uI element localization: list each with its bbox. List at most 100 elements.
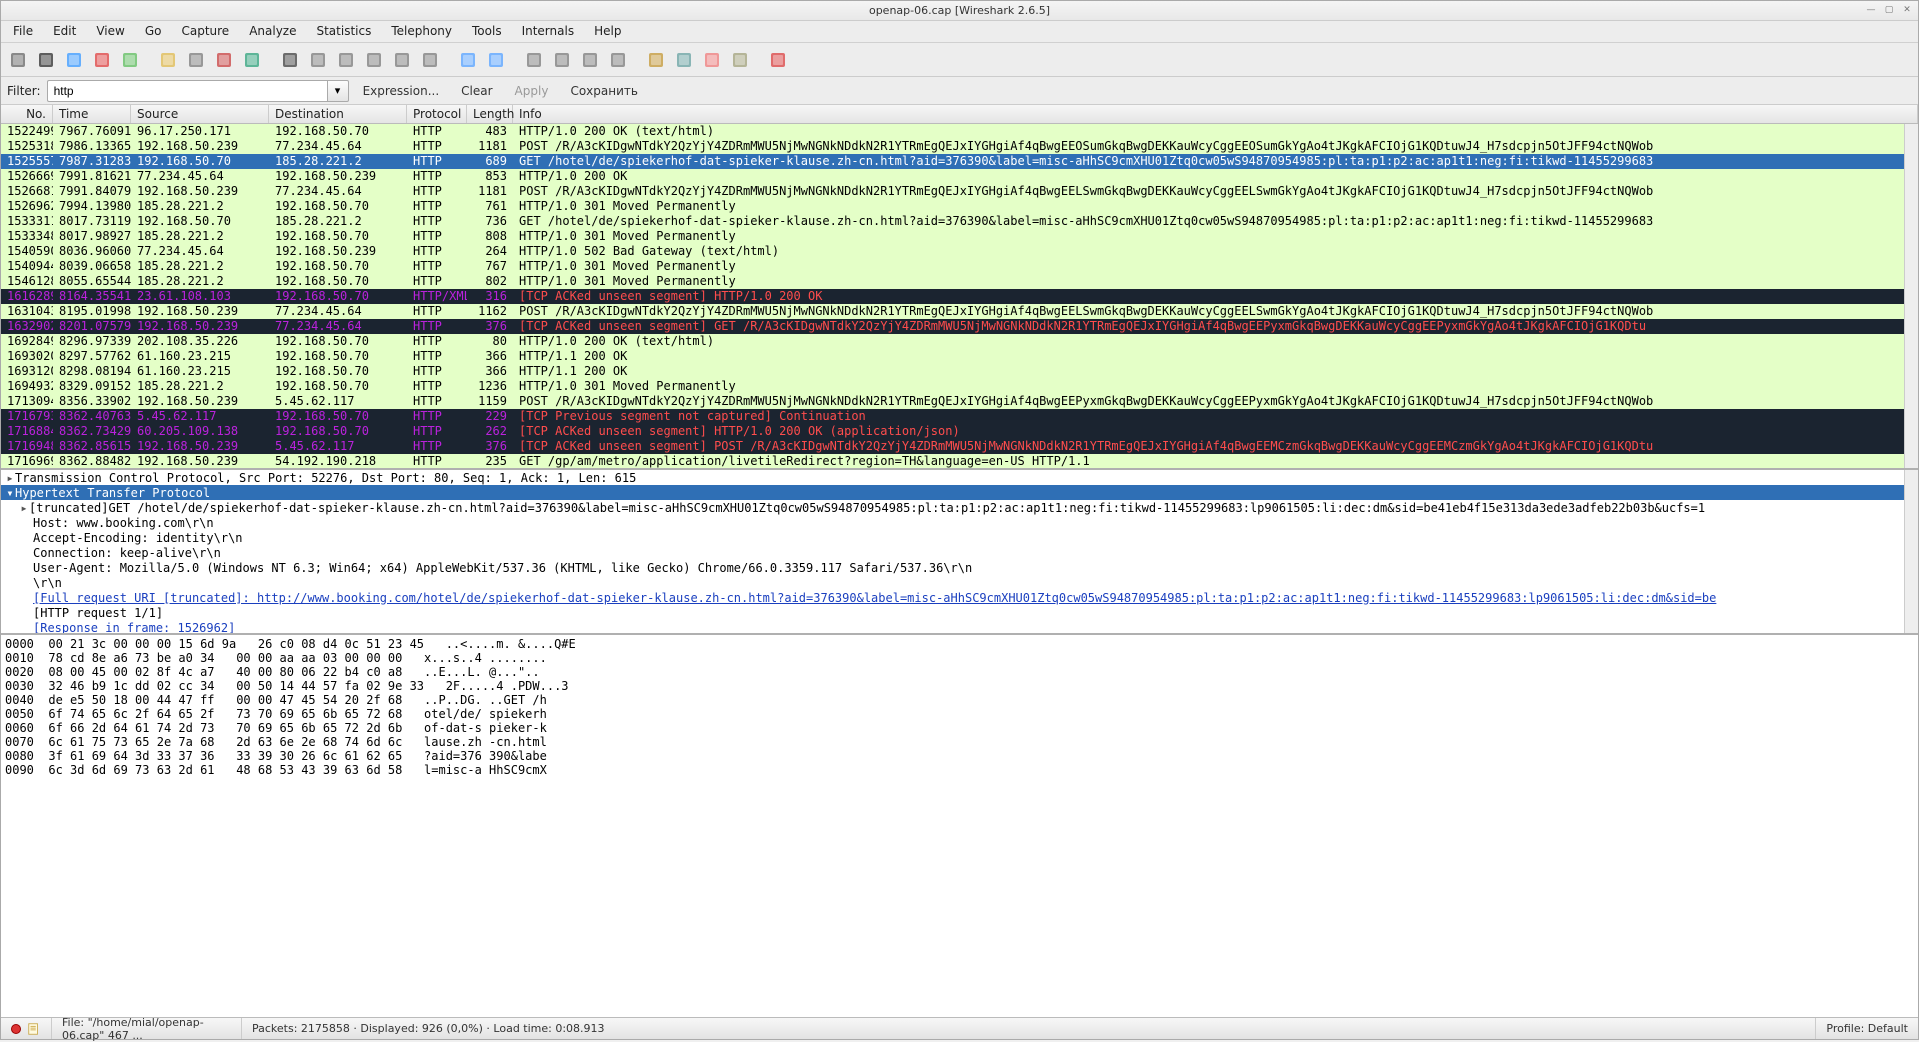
go-first-button[interactable] xyxy=(389,47,415,73)
tree-item[interactable]: Host: www.booking.com\r\n xyxy=(1,515,1904,530)
status-profile[interactable]: Profile: Default xyxy=(1816,1018,1918,1039)
start-capture-icon xyxy=(65,51,83,69)
interfaces-button[interactable] xyxy=(5,47,31,73)
menu-telephony[interactable]: Telephony xyxy=(381,21,462,42)
coloring-rules-button[interactable] xyxy=(699,47,725,73)
tree-item[interactable]: Accept-Encoding: identity\r\n xyxy=(1,530,1904,545)
packet-row[interactable]: 15405908036.96060277.234.45.64192.168.50… xyxy=(1,244,1904,259)
stop-capture-button[interactable] xyxy=(89,47,115,73)
close-button[interactable]: ✕ xyxy=(1898,2,1916,18)
help-button[interactable] xyxy=(765,47,791,73)
menu-help[interactable]: Help xyxy=(584,21,631,42)
filter-dropdown-button[interactable]: ▾ xyxy=(327,80,349,102)
expression-button[interactable]: Expression... xyxy=(355,84,448,98)
packet-row[interactable]: 16329028201.075798192.168.50.23977.234.4… xyxy=(1,319,1904,334)
packet-list-scrollbar[interactable] xyxy=(1904,124,1918,470)
tree-item[interactable]: Connection: keep-alive\r\n xyxy=(1,545,1904,560)
restart-capture-button[interactable] xyxy=(117,47,143,73)
packet-row[interactable]: 16949328329.091522185.28.221.2192.168.50… xyxy=(1,379,1904,394)
go-to-button[interactable] xyxy=(361,47,387,73)
response-frame-link[interactable]: [Response in frame: 1526962] xyxy=(33,621,235,634)
details-tree[interactable]: ▸Transmission Control Protocol, Src Port… xyxy=(1,470,1904,633)
auto-scroll-button[interactable] xyxy=(483,47,509,73)
packet-row[interactable]: 15266817991.840790192.168.50.23977.234.4… xyxy=(1,184,1904,199)
menu-tools[interactable]: Tools xyxy=(462,21,512,42)
filter-input[interactable] xyxy=(47,80,327,102)
save-file-button[interactable] xyxy=(183,47,209,73)
close-file-button[interactable] xyxy=(211,47,237,73)
menu-capture[interactable]: Capture xyxy=(171,21,239,42)
cell: 54.192.190.218 xyxy=(269,454,407,469)
packet-row[interactable]: 15333118017.731198192.168.50.70185.28.22… xyxy=(1,214,1904,229)
apply-button[interactable]: Apply xyxy=(507,84,557,98)
cell: 767 xyxy=(467,259,513,274)
tree-item[interactable]: ▸Transmission Control Protocol, Src Port… xyxy=(1,470,1904,485)
menu-internals[interactable]: Internals xyxy=(512,21,585,42)
packet-list-body[interactable]: 15224997967.76091896.17.250.171192.168.5… xyxy=(1,124,1904,470)
open-file-button[interactable] xyxy=(155,47,181,73)
start-capture-button[interactable] xyxy=(61,47,87,73)
packet-row[interactable]: 17169488362.856150192.168.50.2395.45.62.… xyxy=(1,439,1904,454)
tree-item[interactable]: User-Agent: Mozilla/5.0 (Windows NT 6.3;… xyxy=(1,560,1904,575)
packet-row[interactable]: 15266697991.81621877.234.45.64192.168.50… xyxy=(1,169,1904,184)
tree-item[interactable]: \r\n xyxy=(1,575,1904,590)
column-header-protocol[interactable]: Protocol xyxy=(407,105,467,123)
packet-row[interactable]: 15409448039.066580185.28.221.2192.168.50… xyxy=(1,259,1904,274)
zoom-in-button[interactable] xyxy=(521,47,547,73)
packet-row[interactable]: 16931208298.08194661.160.23.215192.168.5… xyxy=(1,364,1904,379)
packet-row[interactable]: 15269627994.139802185.28.221.2192.168.50… xyxy=(1,199,1904,214)
full-uri-link[interactable]: [Full request URI [truncated]: http://ww… xyxy=(33,591,1716,605)
packet-row[interactable]: 16930208297.57762461.160.23.215192.168.5… xyxy=(1,349,1904,364)
status-expert[interactable] xyxy=(1,1018,52,1039)
resize-cols-button[interactable] xyxy=(605,47,631,73)
find-button[interactable] xyxy=(277,47,303,73)
tree-item-selected[interactable]: ▾Hypertext Transfer Protocol xyxy=(1,485,1904,500)
colorize-button[interactable] xyxy=(455,47,481,73)
capture-filters-button[interactable] xyxy=(643,47,669,73)
menu-go[interactable]: Go xyxy=(135,21,172,42)
minimize-button[interactable]: — xyxy=(1862,2,1880,18)
column-header-info[interactable]: Info xyxy=(513,105,1918,123)
options-button[interactable] xyxy=(33,47,59,73)
go-forward-button[interactable] xyxy=(333,47,359,73)
column-header-no[interactable]: No. xyxy=(1,105,53,123)
packet-bytes-pane[interactable]: 0000 00 21 3c 00 00 00 15 6d 9a 26 c0 08… xyxy=(1,635,1918,1017)
reload-button[interactable] xyxy=(239,47,265,73)
zoom-out-button[interactable] xyxy=(549,47,575,73)
column-header-length[interactable]: Length xyxy=(467,105,513,123)
menu-edit[interactable]: Edit xyxy=(43,21,86,42)
menu-statistics[interactable]: Statistics xyxy=(306,21,381,42)
maximize-button[interactable]: ▢ xyxy=(1880,2,1898,18)
packet-row[interactable]: 15253187986.133650192.168.50.23977.234.4… xyxy=(1,139,1904,154)
tree-item[interactable]: [Full request URI [truncated]: http://ww… xyxy=(1,590,1904,605)
packet-row[interactable]: 15255577987.312830192.168.50.70185.28.22… xyxy=(1,154,1904,169)
prefs-button[interactable] xyxy=(727,47,753,73)
cell: 185.28.221.2 xyxy=(131,274,269,289)
display-filters-button[interactable] xyxy=(671,47,697,73)
details-scrollbar[interactable] xyxy=(1904,470,1918,633)
packet-row[interactable]: 15333488017.989270185.28.221.2192.168.50… xyxy=(1,229,1904,244)
packet-row[interactable]: 16928498296.973396202.108.35.226192.168.… xyxy=(1,334,1904,349)
packet-row[interactable]: 17168848362.73429660.205.109.138192.168.… xyxy=(1,424,1904,439)
column-header-destination[interactable]: Destination xyxy=(269,105,407,123)
packet-row[interactable]: 17167938362.4076385.45.62.117192.168.50.… xyxy=(1,409,1904,424)
tree-item[interactable]: [Response in frame: 1526962] xyxy=(1,620,1904,633)
save-filter-button[interactable]: Сохранить xyxy=(562,84,646,98)
tree-item[interactable]: ▸[truncated]GET /hotel/de/spiekerhof-dat… xyxy=(1,500,1904,515)
zoom-reset-button[interactable] xyxy=(577,47,603,73)
clear-button[interactable]: Clear xyxy=(453,84,500,98)
packet-row[interactable]: 17169698362.884822192.168.50.23954.192.1… xyxy=(1,454,1904,469)
packet-row[interactable]: 16310438195.019988192.168.50.23977.234.4… xyxy=(1,304,1904,319)
menu-analyze[interactable]: Analyze xyxy=(239,21,306,42)
packet-row[interactable]: 17130948356.339028192.168.50.2395.45.62.… xyxy=(1,394,1904,409)
go-back-button[interactable] xyxy=(305,47,331,73)
menu-view[interactable]: View xyxy=(86,21,134,42)
go-last-button[interactable] xyxy=(417,47,443,73)
column-header-source[interactable]: Source xyxy=(131,105,269,123)
packet-row[interactable]: 16162898164.35541623.61.108.103192.168.5… xyxy=(1,289,1904,304)
packet-row[interactable]: 15461288055.655448185.28.221.2192.168.50… xyxy=(1,274,1904,289)
tree-item[interactable]: [HTTP request 1/1] xyxy=(1,605,1904,620)
column-header-time[interactable]: Time xyxy=(53,105,131,123)
packet-row[interactable]: 15224997967.76091896.17.250.171192.168.5… xyxy=(1,124,1904,139)
menu-file[interactable]: File xyxy=(3,21,43,42)
